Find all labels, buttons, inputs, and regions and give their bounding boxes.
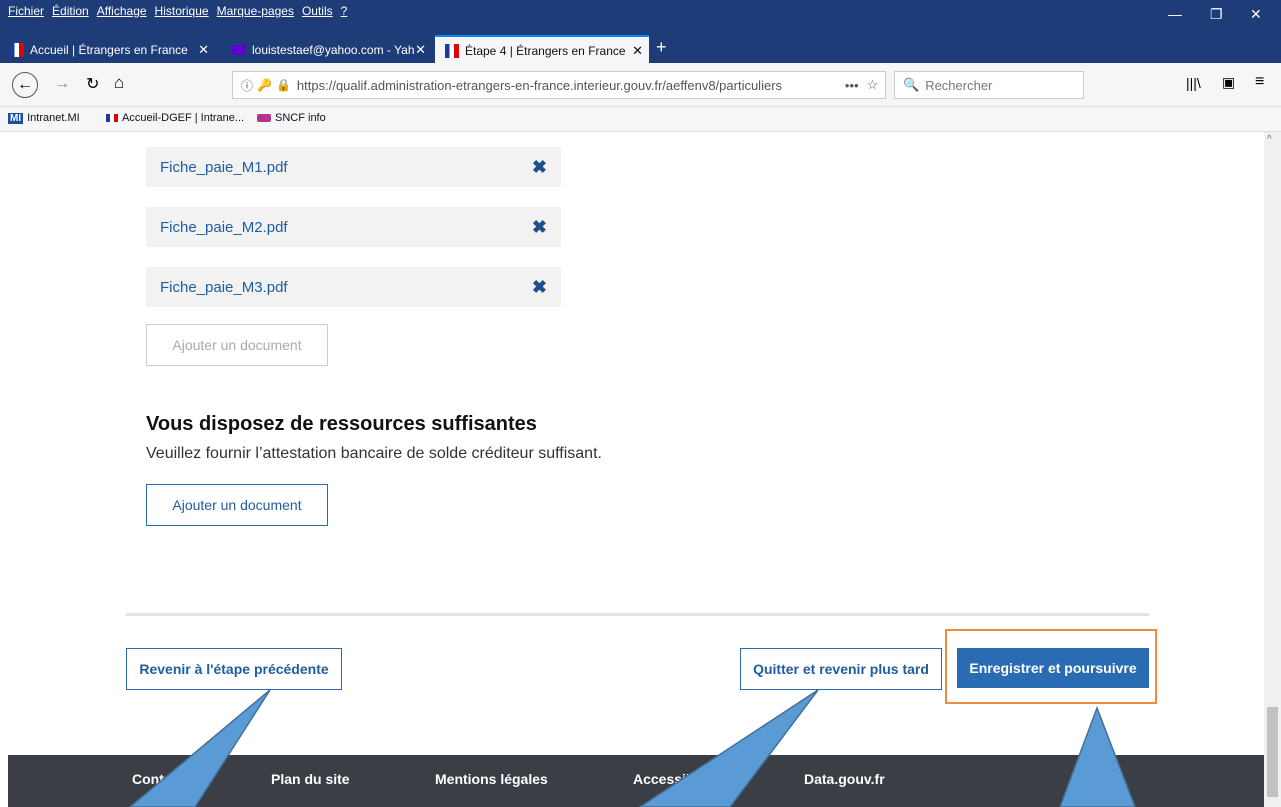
hamburger-menu-icon[interactable]: ≡ — [1255, 73, 1264, 91]
delete-file-icon[interactable]: ✖ — [532, 277, 547, 298]
menu-marque-pages[interactable]: Marque-pages — [217, 4, 294, 18]
previous-step-button[interactable]: Revenir à l'étape précédente — [126, 648, 342, 690]
resources-description: Veuillez fournir l’attestation bancaire … — [146, 445, 602, 462]
file-item: Fiche_paie_M3.pdf ✖ — [146, 267, 561, 307]
footer-link-contact[interactable]: Contact — [132, 771, 184, 787]
divider — [126, 613, 1149, 616]
add-document-button[interactable]: Ajouter un document — [146, 484, 328, 526]
delete-file-icon[interactable]: ✖ — [532, 217, 547, 238]
tab-bar: Accueil | Étrangers en France ✕ louistes… — [0, 33, 1281, 65]
close-window-icon[interactable]: ✕ — [1250, 6, 1262, 23]
tab-label: Accueil | Étrangers en France — [30, 43, 188, 57]
fr-flag-icon — [10, 43, 24, 57]
search-icon: 🔍 — [903, 77, 920, 92]
tab-etape-4[interactable]: Étape 4 | Étrangers en France ✕ — [435, 35, 649, 65]
file-name[interactable]: Fiche_paie_M3.pdf — [160, 279, 288, 296]
new-tab-icon[interactable]: + — [656, 37, 667, 58]
lock-icon: 🔒 — [275, 78, 291, 92]
page-content: Fiche_paie_M1.pdf ✖ Fiche_paie_M2.pdf ✖ … — [8, 132, 1264, 807]
url-text[interactable]: https://qualif.administration-etrangers-… — [297, 78, 837, 93]
scroll-thumb[interactable] — [1267, 707, 1278, 797]
quit-later-button[interactable]: Quitter et revenir plus tard — [740, 648, 942, 690]
close-tab-icon[interactable]: ✕ — [632, 43, 643, 59]
footer-link-data-gouv[interactable]: Data.gouv.fr — [804, 771, 885, 787]
footer-link-plan-du-site[interactable]: Plan du site — [271, 771, 350, 787]
scroll-up-icon[interactable]: ^ — [1267, 134, 1272, 145]
tab-accueil[interactable]: Accueil | Étrangers en France ✕ — [0, 37, 215, 63]
footer-link-accessibilite[interactable]: Accessibilité — [633, 771, 719, 787]
menu-affichage[interactable]: Affichage — [97, 4, 147, 18]
tab-label: louistestaef@yahoo.com - Yah — [252, 43, 415, 57]
bookmark-label: SNCF info — [275, 112, 326, 124]
mi-logo-icon: MI — [8, 112, 24, 124]
reload-icon[interactable]: ↻ — [86, 74, 99, 94]
url-bar[interactable]: ⓘ 🔑 🔒 https://qualif.administration-etra… — [232, 71, 886, 99]
yahoo-mail-icon — [232, 45, 246, 55]
search-placeholder[interactable]: Rechercher — [925, 78, 992, 93]
menu-historique[interactable]: Historique — [155, 4, 209, 18]
footer-link-mentions-legales[interactable]: Mentions légales — [435, 771, 548, 787]
close-tab-icon[interactable]: ✕ — [415, 42, 426, 58]
menu-edition[interactable]: Édition — [52, 4, 89, 18]
resources-title: Vous disposez de ressources suffisantes — [146, 413, 537, 435]
menu-aide[interactable]: ? — [341, 4, 348, 18]
library-icon[interactable]: |||\ — [1186, 75, 1201, 91]
menu-bar: Fichier Édition Affichage Historique Mar… — [8, 4, 347, 18]
bookmark-label: Intranet.MI — [27, 112, 80, 124]
sncf-logo-icon — [257, 114, 271, 122]
home-icon[interactable]: ⌂ — [114, 73, 124, 93]
back-icon[interactable]: ← — [12, 72, 38, 98]
search-bar[interactable]: 🔍 Rechercher — [894, 71, 1084, 99]
restore-icon[interactable]: ❐ — [1210, 6, 1223, 23]
bookmark-star-icon[interactable]: ☆ — [867, 77, 879, 93]
forward-icon[interactable]: → — [54, 75, 70, 93]
bookmark-intranet[interactable]: MI Intranet.MI — [8, 112, 80, 124]
tab-yahoo[interactable]: louistestaef@yahoo.com - Yah ✕ — [222, 37, 432, 63]
close-tab-icon[interactable]: ✕ — [198, 42, 209, 58]
sidebar-icon[interactable]: ▣ — [1222, 74, 1235, 91]
info-icon[interactable]: ⓘ — [241, 77, 253, 94]
key-icon: 🔑 — [257, 78, 272, 92]
page-scrollbar[interactable]: ^ — [1264, 132, 1281, 807]
bookmarks-bar: MI Intranet.MI Accueil-DGEF | Intrane...… — [0, 107, 1281, 132]
bookmark-sncf[interactable]: SNCF info — [257, 112, 326, 124]
file-item: Fiche_paie_M1.pdf ✖ — [146, 147, 561, 187]
nav-toolbar: ← → ↻ ⌂ ⓘ 🔑 🔒 https://qualif.administrat… — [0, 63, 1281, 107]
bookmark-dgef[interactable]: Accueil-DGEF | Intrane... — [106, 112, 244, 124]
delete-file-icon[interactable]: ✖ — [532, 157, 547, 178]
page-actions-icon[interactable]: ••• — [845, 78, 859, 93]
save-continue-button[interactable]: Enregistrer et poursuivre — [957, 648, 1149, 688]
minimize-icon[interactable]: — — [1168, 6, 1182, 22]
site-footer: Contact Plan du site Mentions légales Ac… — [8, 755, 1264, 807]
bookmark-label: Accueil-DGEF | Intrane... — [122, 112, 245, 124]
tab-label: Étape 4 | Étrangers en France — [465, 44, 626, 58]
add-document-button-disabled[interactable]: Ajouter un document — [146, 324, 328, 366]
fr-flag-icon — [445, 44, 459, 58]
menu-outils[interactable]: Outils — [302, 4, 333, 18]
file-item: Fiche_paie_M2.pdf ✖ — [146, 207, 561, 247]
file-name[interactable]: Fiche_paie_M1.pdf — [160, 159, 288, 176]
window-titlebar: Fichier Édition Affichage Historique Mar… — [0, 0, 1281, 33]
file-name[interactable]: Fiche_paie_M2.pdf — [160, 219, 288, 236]
menu-fichier[interactable]: Fichier — [8, 4, 44, 18]
fr-flag-icon — [106, 114, 118, 122]
